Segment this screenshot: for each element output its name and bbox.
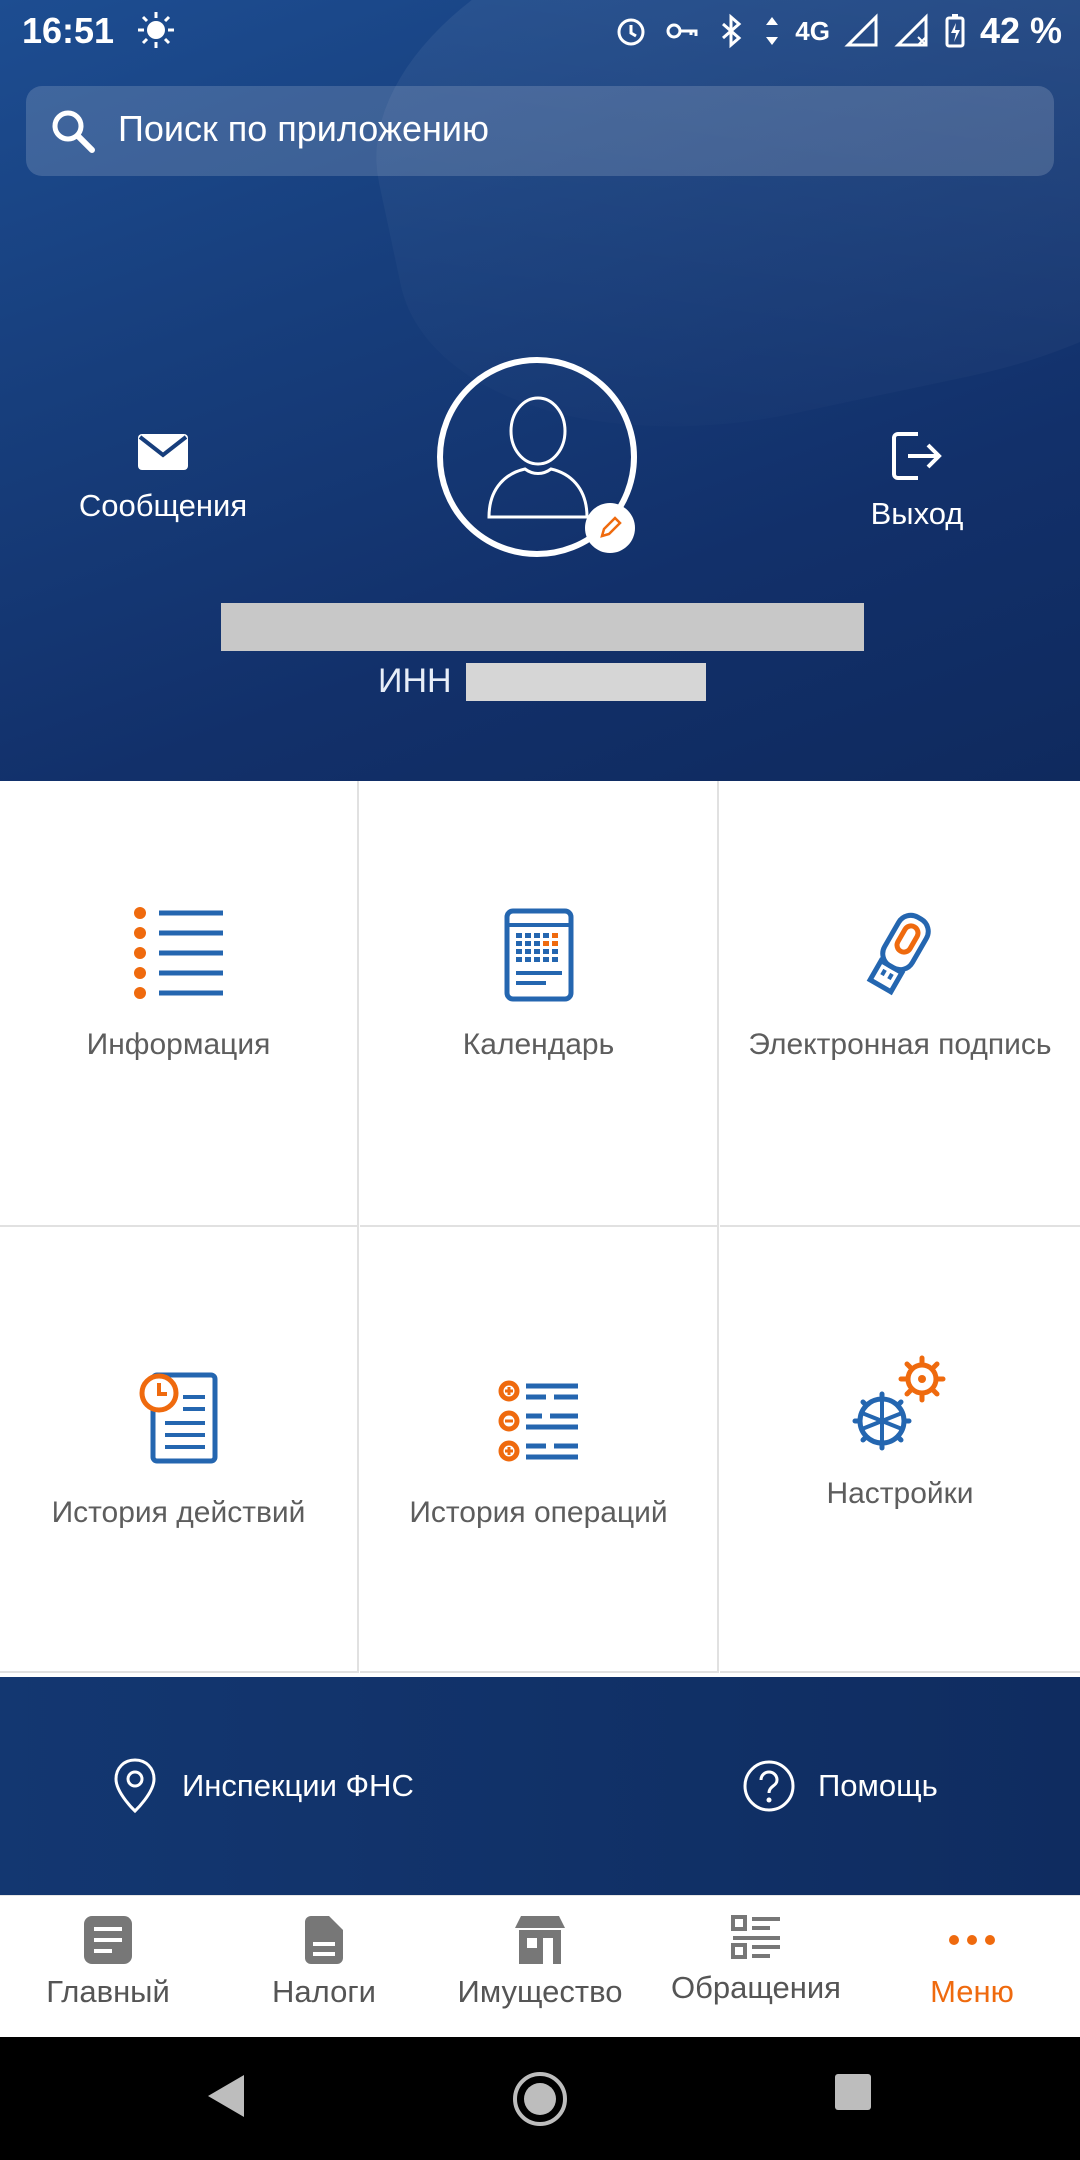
menu-item-label: История операций [409,1496,668,1529]
menu-item-label: История действий [51,1496,306,1529]
help-icon [743,1760,795,1812]
logout-label: Выход [870,496,964,531]
menu-item-e-signature[interactable]: Электронная подпись [720,781,1080,1227]
tab-property[interactable]: Имущество [432,1896,648,2038]
inn-label: ИНН [378,662,452,700]
search-bar[interactable]: Поиск по приложению [26,86,1054,176]
gears-icon [852,1355,946,1451]
search-icon [52,110,95,153]
logout-button[interactable]: Выход [802,430,1032,532]
bottom-nav: Главный Налоги Имущество Обращения Меню [0,1895,1080,2038]
signal-icon [844,13,878,47]
back-icon[interactable] [206,2073,246,2119]
status-bar: 16:51 4G 42 % [0,0,1080,62]
menu-item-settings[interactable]: Настройки [720,1227,1080,1673]
search-placeholder: Поиск по приложению [118,108,490,149]
battery-percent: 42 % [979,10,1062,51]
profile-header: 16:51 4G 42 % Поиск по приложению Сообще… [0,0,1080,781]
user-silhouette-icon [487,396,589,519]
requests-icon [731,1915,780,1959]
list-icon [133,907,223,999]
operations-icon [498,1380,578,1462]
envelope-icon [138,434,188,470]
fns-inspections-link[interactable]: Инспекции ФНС [110,1677,414,1895]
fns-inspections-label: Инспекции ФНС [182,1768,414,1803]
user-name-redacted [221,603,864,651]
tax-doc-icon [305,1916,343,1964]
messages-label: Сообщения [78,488,248,523]
menu-grid: Информация Календарь Электронная подпись… [0,781,1080,1677]
menu-item-operation-history[interactable]: История операций [360,1227,719,1673]
avatar[interactable] [437,357,637,557]
tab-menu[interactable]: Меню [864,1896,1080,2038]
vpn-key-icon [666,23,698,39]
help-label: Помощь [818,1768,938,1803]
messages-button[interactable]: Сообщения [48,430,278,524]
usb-key-icon [866,912,931,996]
tab-requests[interactable]: Обращения [648,1896,864,2038]
bluetooth-icon [722,13,742,49]
edit-avatar-button[interactable] [585,503,635,553]
inn-value-redacted [466,663,706,701]
tab-label: Обращения [671,1970,841,2005]
home-icon[interactable] [512,2071,568,2127]
network-type: 4G [795,15,830,46]
home-doc-icon [84,1916,132,1964]
tab-label: Налоги [272,1974,376,2009]
pencil-icon [600,516,622,538]
tab-label: Имущество [457,1974,623,2009]
menu-item-information[interactable]: Информация [0,781,359,1227]
tab-home[interactable]: Главный [0,1896,216,2038]
property-icon [515,1916,565,1964]
menu-item-label: Календарь [462,1028,615,1061]
calendar-icon [504,908,573,1002]
logout-icon [892,432,942,480]
menu-item-label: Настройки [826,1477,974,1510]
system-navigation-bar [0,2037,1080,2160]
tab-label: Меню [930,1974,1014,2009]
data-arrows-icon [766,17,779,45]
tab-taxes[interactable]: Налоги [216,1896,432,2038]
help-link[interactable]: Помощь [742,1677,938,1895]
tab-label: Главный [46,1974,170,2009]
menu-item-label: Электронная подпись [748,1028,1052,1061]
dots-icon [949,1935,995,1945]
battery-icon [945,14,965,48]
brightness-icon [138,12,174,48]
menu-item-action-history[interactable]: История действий [0,1227,359,1673]
menu-item-label: Информация [86,1028,271,1061]
alarm-icon [617,18,645,46]
document-clock-icon [139,1372,217,1464]
footer-links: Инспекции ФНС Помощь [0,1677,1080,1895]
signal-nodata-icon [894,13,928,47]
map-pin-icon [114,1758,156,1814]
menu-item-calendar[interactable]: Календарь [360,781,719,1227]
status-time: 16:51 [22,10,115,51]
recents-icon[interactable] [834,2073,872,2111]
